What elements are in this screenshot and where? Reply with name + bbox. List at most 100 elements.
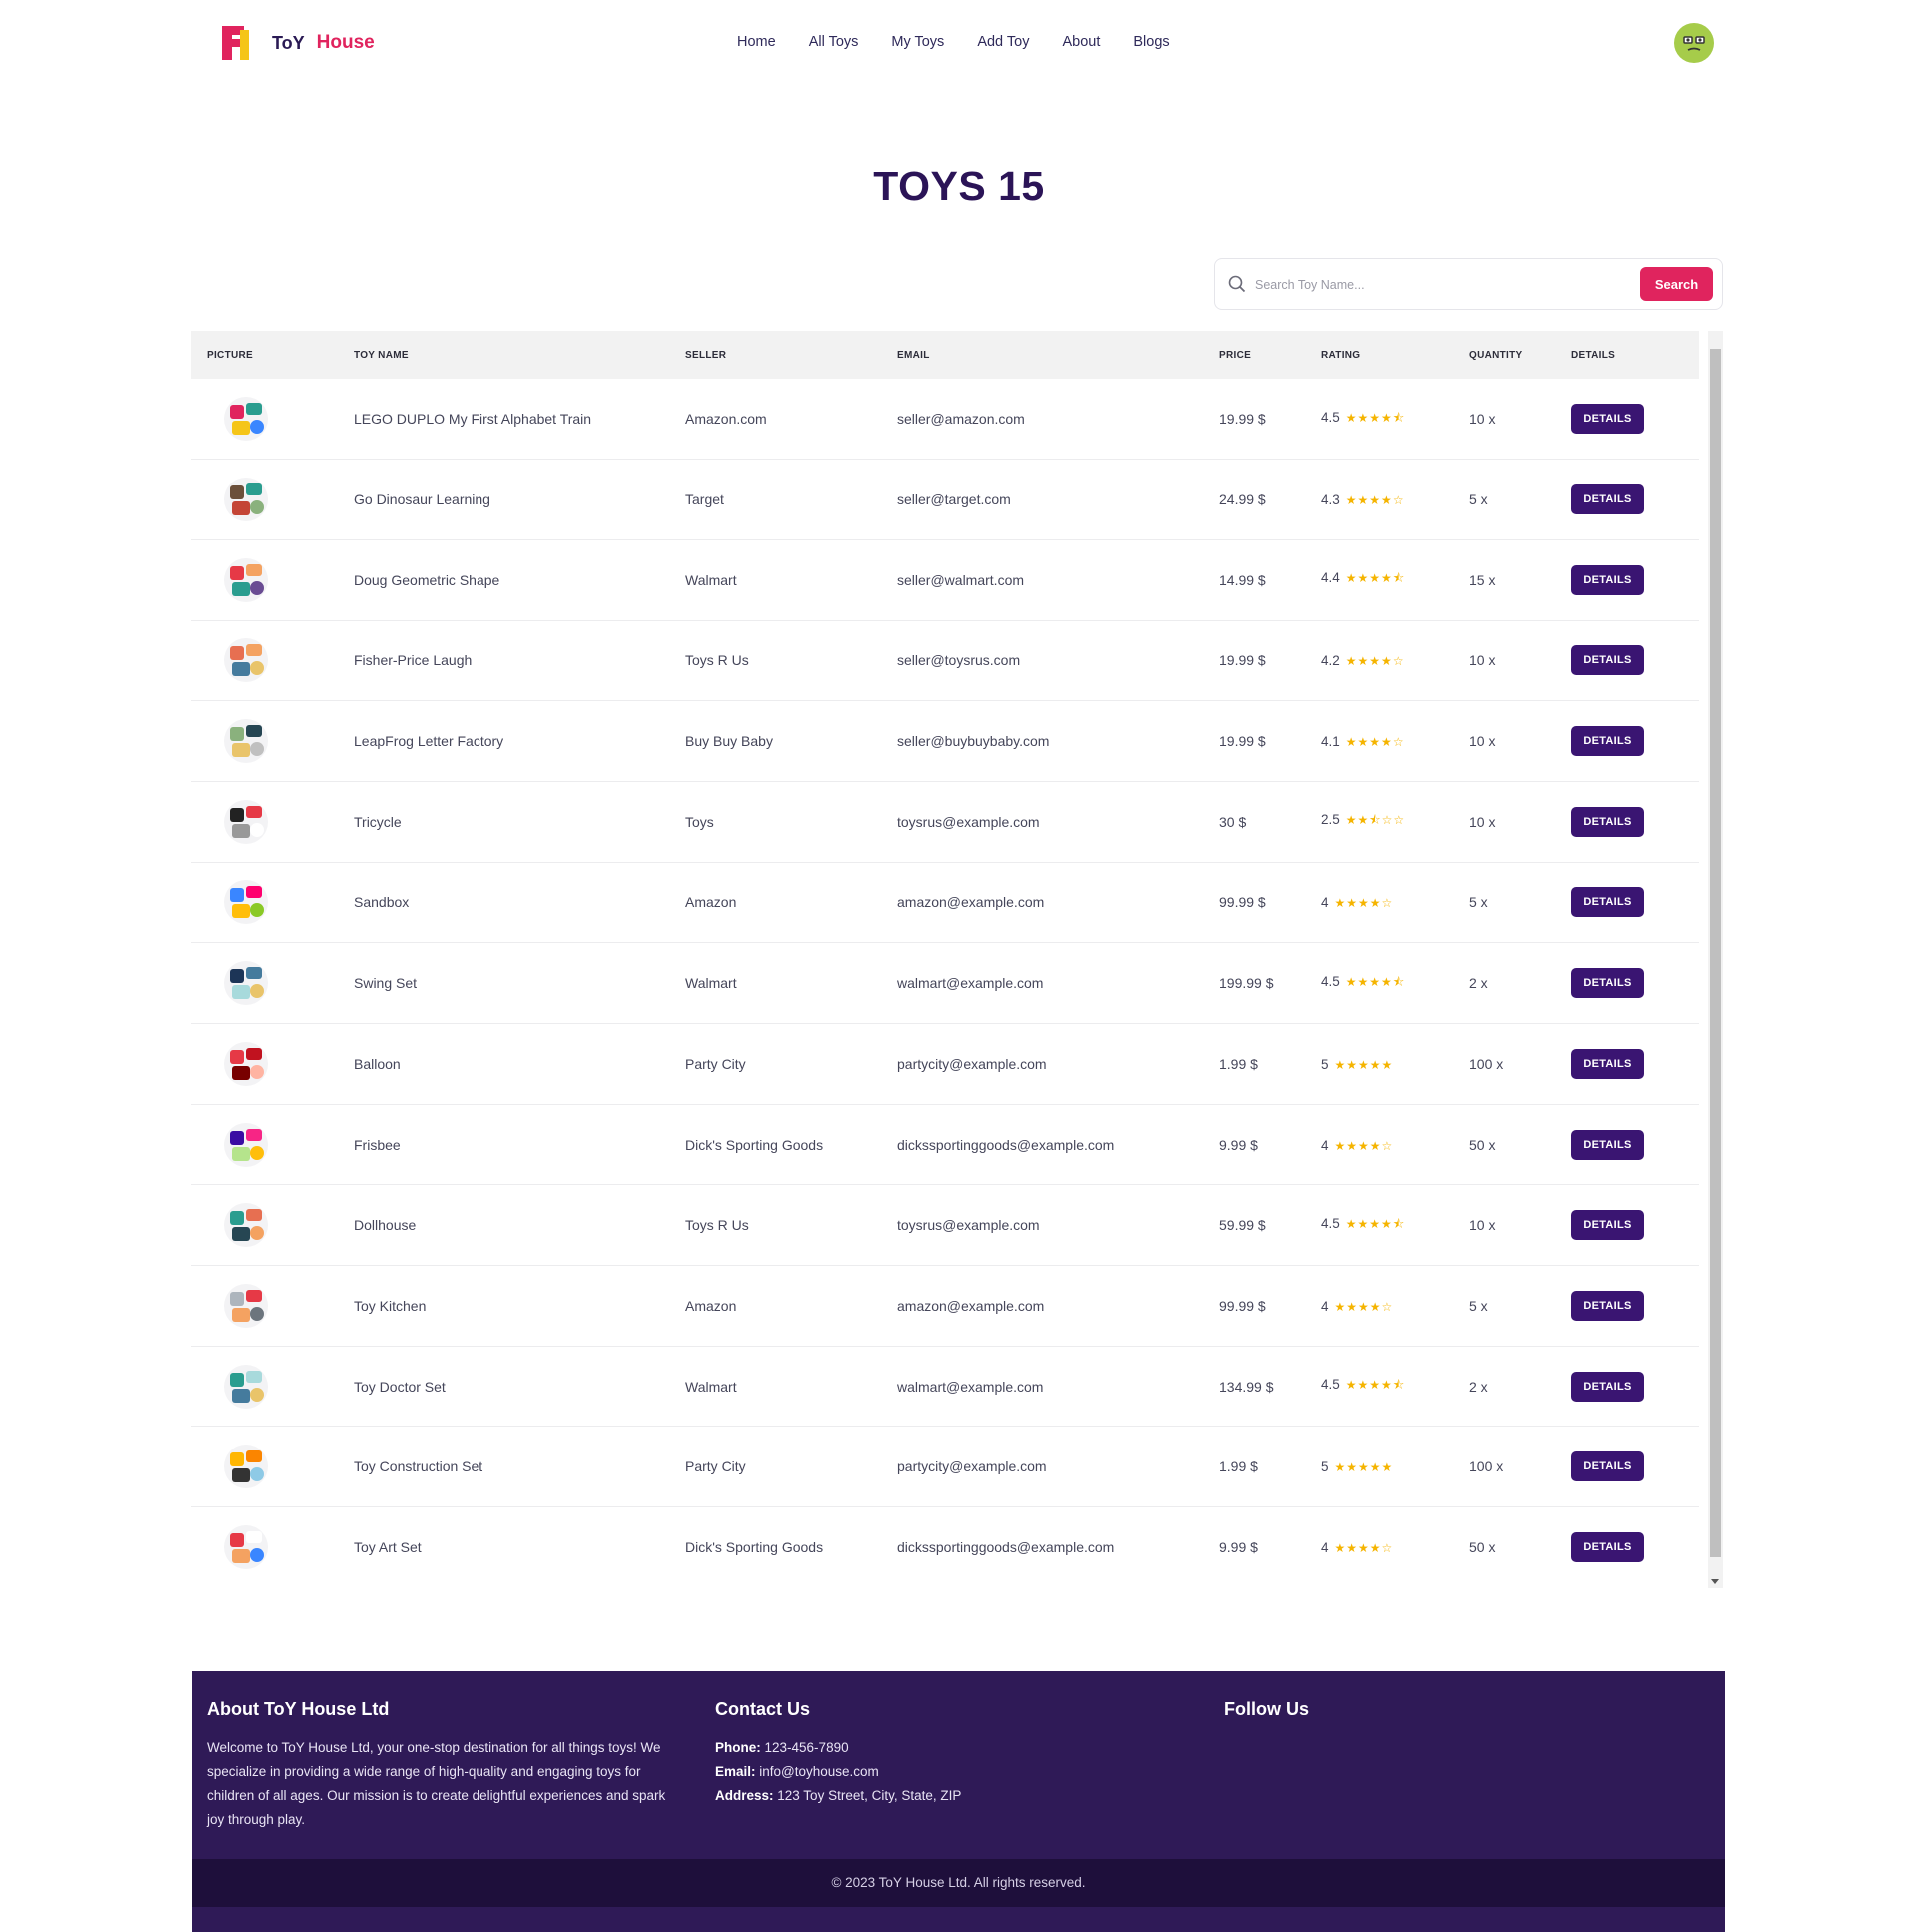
header-email: EMAIL — [897, 349, 930, 361]
toy-price: 1.99 $ — [1219, 1458, 1258, 1475]
toy-image — [224, 961, 268, 1006]
nav-home[interactable]: Home — [737, 34, 776, 50]
seller-name: Walmart — [685, 1378, 737, 1395]
details-button[interactable]: DETAILS — [1571, 1532, 1644, 1563]
address-value: 123 Toy Street, City, State, ZIP — [777, 1788, 962, 1803]
table-body: LEGO DUPLO My First Alphabet Train Amazon… — [191, 379, 1699, 1587]
user-avatar[interactable] — [1674, 23, 1714, 63]
toy-price: 99.99 $ — [1219, 894, 1266, 911]
rating-stars-icon: ★★★★⯪ — [1345, 1378, 1406, 1393]
details-cell: DETAILS — [1571, 701, 1699, 782]
toy-name: Swing Set — [354, 975, 418, 992]
toy-image — [224, 1445, 268, 1489]
search-button[interactable]: Search — [1640, 267, 1713, 301]
rating-value: 4 — [1321, 1540, 1329, 1556]
footer-email: Email: info@toyhouse.com — [715, 1760, 1185, 1784]
nav-blogs[interactable]: Blogs — [1133, 34, 1169, 50]
toy-rating: 5 ★★★★★ — [1321, 1024, 1469, 1105]
nav-add-toy[interactable]: Add Toy — [977, 34, 1029, 50]
toy-image — [224, 1525, 268, 1570]
seller-name: Walmart — [685, 571, 737, 588]
toys-table-container[interactable]: PICTURE TOY NAME SELLER EMAIL PRICE RATI… — [191, 331, 1723, 1588]
seller-email: seller@toysrus.com — [897, 652, 1021, 669]
rating-stars-icon: ★★★★☆ — [1345, 654, 1405, 669]
brand-logo[interactable]: ToY House — [222, 26, 375, 60]
table-row: Frisbee Dick's Sporting Goods dickssportin… — [191, 1104, 1699, 1185]
toy-quantity: 5 x — [1469, 894, 1488, 911]
footer-copyright: © 2023 ToY House Ltd. All rights reserve… — [192, 1859, 1725, 1907]
toy-image — [224, 1122, 268, 1167]
rating-stars-icon: ★★★★☆ — [1345, 493, 1405, 508]
seller-email: seller@amazon.com — [897, 411, 1025, 428]
toy-picture-cell — [191, 701, 354, 782]
logo-icon — [222, 26, 252, 60]
toy-rating: 4.5 ★★★★⯪ — [1321, 1346, 1469, 1427]
table-scrollbar[interactable] — [1708, 331, 1723, 1588]
seller-email: seller@walmart.com — [897, 571, 1025, 588]
address-label: Address: — [715, 1788, 774, 1803]
details-button[interactable]: DETAILS — [1571, 806, 1644, 837]
footer-phone: Phone: 123-456-7890 — [715, 1736, 1185, 1760]
seller-email: amazon@example.com — [897, 894, 1045, 911]
details-button[interactable]: DETAILS — [1571, 404, 1644, 435]
toy-image — [224, 557, 268, 602]
nav-about[interactable]: About — [1062, 34, 1100, 50]
header-price: PRICE — [1219, 349, 1252, 361]
scroll-down-arrow-icon[interactable] — [1711, 1579, 1719, 1584]
main-nav: Home All Toys My Toys Add Toy About Blog… — [737, 34, 1203, 50]
toy-image — [224, 799, 268, 844]
footer-about: About ToY House Ltd Welcome to ToY House… — [207, 1699, 676, 1832]
toy-picture-cell — [191, 1507, 354, 1588]
details-button[interactable]: DETAILS — [1571, 1371, 1644, 1402]
footer-about-title: About ToY House Ltd — [207, 1699, 390, 1719]
email-value[interactable]: info@toyhouse.com — [759, 1764, 879, 1779]
toy-quantity: 100 x — [1469, 1458, 1504, 1475]
table-row: LEGO DUPLO My First Alphabet Train Amazon… — [191, 379, 1699, 460]
seller-name: Toys — [685, 813, 714, 830]
toy-name: Toy Doctor Set — [354, 1378, 446, 1395]
toy-picture-cell — [191, 862, 354, 943]
toy-rating: 5 ★★★★★ — [1321, 1427, 1469, 1507]
details-button[interactable]: DETAILS — [1571, 1210, 1644, 1241]
toy-quantity: 10 x — [1469, 652, 1496, 669]
details-button[interactable]: DETAILS — [1571, 1048, 1644, 1079]
seller-email: partycity@example.com — [897, 1055, 1047, 1072]
scrollbar-thumb[interactable] — [1710, 349, 1721, 1557]
details-button[interactable]: DETAILS — [1571, 1290, 1644, 1321]
details-cell: DETAILS — [1571, 862, 1699, 943]
toy-picture-cell — [191, 1266, 354, 1347]
toy-image — [224, 1283, 268, 1328]
details-cell: DETAILS — [1571, 781, 1699, 862]
details-button[interactable]: DETAILS — [1571, 1129, 1644, 1160]
toy-rating: 4.5 ★★★★⯪ — [1321, 1185, 1469, 1266]
toy-image — [224, 1041, 268, 1086]
details-button[interactable]: DETAILS — [1571, 1451, 1644, 1482]
rating-value: 4 — [1321, 1298, 1329, 1314]
toy-quantity: 10 x — [1469, 733, 1496, 750]
seller-name: Dick's Sporting Goods — [685, 1136, 824, 1153]
footer-contact-title: Contact Us — [715, 1699, 811, 1719]
table-row: Sandbox Amazon amazon@example.com 99.99 $ 4… — [191, 862, 1699, 943]
details-button[interactable]: DETAILS — [1571, 564, 1644, 595]
toy-rating: 4.4 ★★★★⯪ — [1321, 539, 1469, 620]
toy-name: Go Dinosaur Learning — [354, 491, 490, 508]
details-button[interactable]: DETAILS — [1571, 484, 1644, 515]
footer-about-text: Welcome to ToY House Ltd, your one-stop … — [207, 1740, 666, 1827]
rating-stars-icon: ★★★★★ — [1334, 1057, 1394, 1072]
nav-my-toys[interactable]: My Toys — [891, 34, 944, 50]
nav-all-toys[interactable]: All Toys — [809, 34, 859, 50]
toy-name: Toy Construction Set — [354, 1458, 483, 1475]
seller-email: dickssportinggoods@example.com — [897, 1136, 1115, 1153]
rating-stars-icon: ★★★★⯪ — [1345, 410, 1406, 425]
toy-name: Frisbee — [354, 1136, 401, 1153]
details-button[interactable]: DETAILS — [1571, 887, 1644, 918]
toy-name: LeapFrog Letter Factory — [354, 733, 504, 750]
details-button[interactable]: DETAILS — [1571, 645, 1644, 676]
toy-picture-cell — [191, 1104, 354, 1185]
toy-quantity: 10 x — [1469, 1217, 1496, 1234]
rating-value: 5 — [1321, 1056, 1329, 1072]
details-cell: DETAILS — [1571, 539, 1699, 620]
details-button[interactable]: DETAILS — [1571, 968, 1644, 999]
search-input[interactable] — [1253, 271, 1636, 299]
details-button[interactable]: DETAILS — [1571, 726, 1644, 757]
